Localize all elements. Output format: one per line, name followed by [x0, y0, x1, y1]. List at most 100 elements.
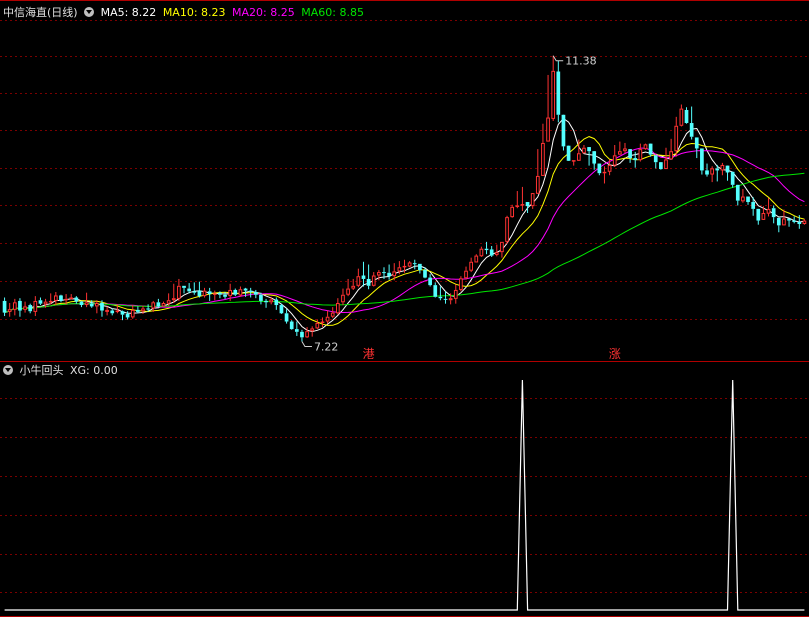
candle-body: [2, 300, 7, 313]
candle-body: [197, 290, 202, 297]
candle-body: [792, 220, 797, 222]
candle: [264, 298, 268, 308]
candle: [787, 218, 791, 227]
candle-body: [59, 295, 63, 301]
chevron-down-icon[interactable]: [84, 7, 95, 17]
ma60-line: [4, 172, 805, 314]
candle-body: [289, 321, 294, 330]
candle: [361, 261, 366, 287]
candle: [182, 285, 186, 294]
candle: [28, 303, 33, 314]
candle: [520, 186, 525, 211]
candle: [95, 300, 99, 314]
candle-body: [110, 310, 115, 314]
candle-body: [141, 308, 145, 312]
candle: [84, 292, 89, 308]
chevron-down-icon[interactable]: [3, 365, 13, 375]
candle: [202, 287, 207, 298]
xg-line: [4, 379, 805, 611]
candle: [720, 162, 725, 176]
candle: [161, 301, 166, 307]
candle-body: [310, 328, 315, 332]
candle: [69, 294, 74, 300]
candle: [561, 114, 566, 151]
candle: [669, 138, 673, 160]
candle: [479, 246, 484, 257]
candle: [177, 278, 181, 301]
candle-body: [325, 316, 330, 322]
candle: [7, 302, 12, 317]
candle: [412, 259, 417, 270]
candle-body: [741, 196, 745, 202]
candle: [730, 171, 735, 188]
candle-body: [146, 308, 150, 310]
candle-body: [546, 117, 550, 142]
candle: [684, 107, 689, 124]
candle: [212, 290, 217, 301]
candle-body: [192, 291, 197, 293]
indicator-title[interactable]: 小牛回头: [20, 364, 64, 377]
candle-body: [720, 164, 725, 171]
candle: [53, 292, 58, 306]
candle: [530, 193, 535, 209]
candle-body: [100, 302, 104, 311]
ma20-value: MA20: 8.25: [232, 6, 295, 19]
candle-body: [223, 294, 227, 297]
candle: [130, 305, 135, 319]
candle: [387, 264, 391, 280]
candle: [300, 329, 304, 342]
candle-body: [459, 278, 463, 290]
grid-lines: [0, 0, 809, 617]
candle: [700, 148, 704, 175]
candle: [459, 276, 463, 292]
candle-body: [151, 302, 156, 309]
candle-body: [612, 155, 617, 166]
candle-body: [725, 165, 730, 173]
candle-body: [664, 159, 668, 170]
candle-body: [243, 288, 248, 291]
candle-body: [412, 263, 417, 265]
candle-body: [89, 303, 94, 307]
candle-body: [443, 298, 448, 300]
candle-body: [7, 309, 12, 312]
ma5-value: MA5: 8.22: [100, 6, 157, 19]
security-title[interactable]: 中信海直(日线): [3, 6, 78, 19]
candle-body: [38, 300, 43, 304]
candle: [418, 263, 422, 274]
low-label: 7.22: [314, 340, 339, 353]
candle-body: [187, 288, 191, 292]
ma10-value: MA10: 8.23: [162, 6, 226, 19]
candle-body: [638, 149, 643, 161]
ma20-line: [4, 147, 805, 314]
candle: [120, 310, 125, 321]
xg-indicator-series: [4, 379, 805, 611]
candle: [494, 244, 499, 257]
candle: [776, 217, 781, 233]
candle-body: [653, 155, 658, 163]
candle-body: [623, 148, 627, 152]
candle-body: [130, 309, 135, 318]
moving-average-lines: [4, 117, 805, 333]
candle: [489, 245, 494, 257]
candle: [74, 296, 79, 304]
high-label: 11.38: [565, 55, 597, 68]
candle-body: [535, 175, 540, 194]
signal-marker: 港: [363, 347, 375, 361]
candle-body: [715, 168, 720, 171]
candle-body: [587, 147, 591, 152]
candle-body: [218, 292, 222, 295]
candle-body: [48, 300, 53, 303]
candle-body: [79, 301, 84, 306]
candle-body: [648, 143, 653, 155]
candle-body: [797, 221, 802, 224]
candle-body: [397, 267, 402, 272]
xg-value: XG: 0.00: [70, 364, 118, 377]
candle-body: [556, 71, 561, 115]
candle-body: [541, 142, 545, 176]
candle-body: [84, 302, 89, 306]
candle-body: [520, 204, 525, 206]
candle: [628, 149, 632, 163]
candle: [366, 264, 371, 290]
candle: [500, 241, 504, 258]
candle-body: [356, 276, 361, 286]
